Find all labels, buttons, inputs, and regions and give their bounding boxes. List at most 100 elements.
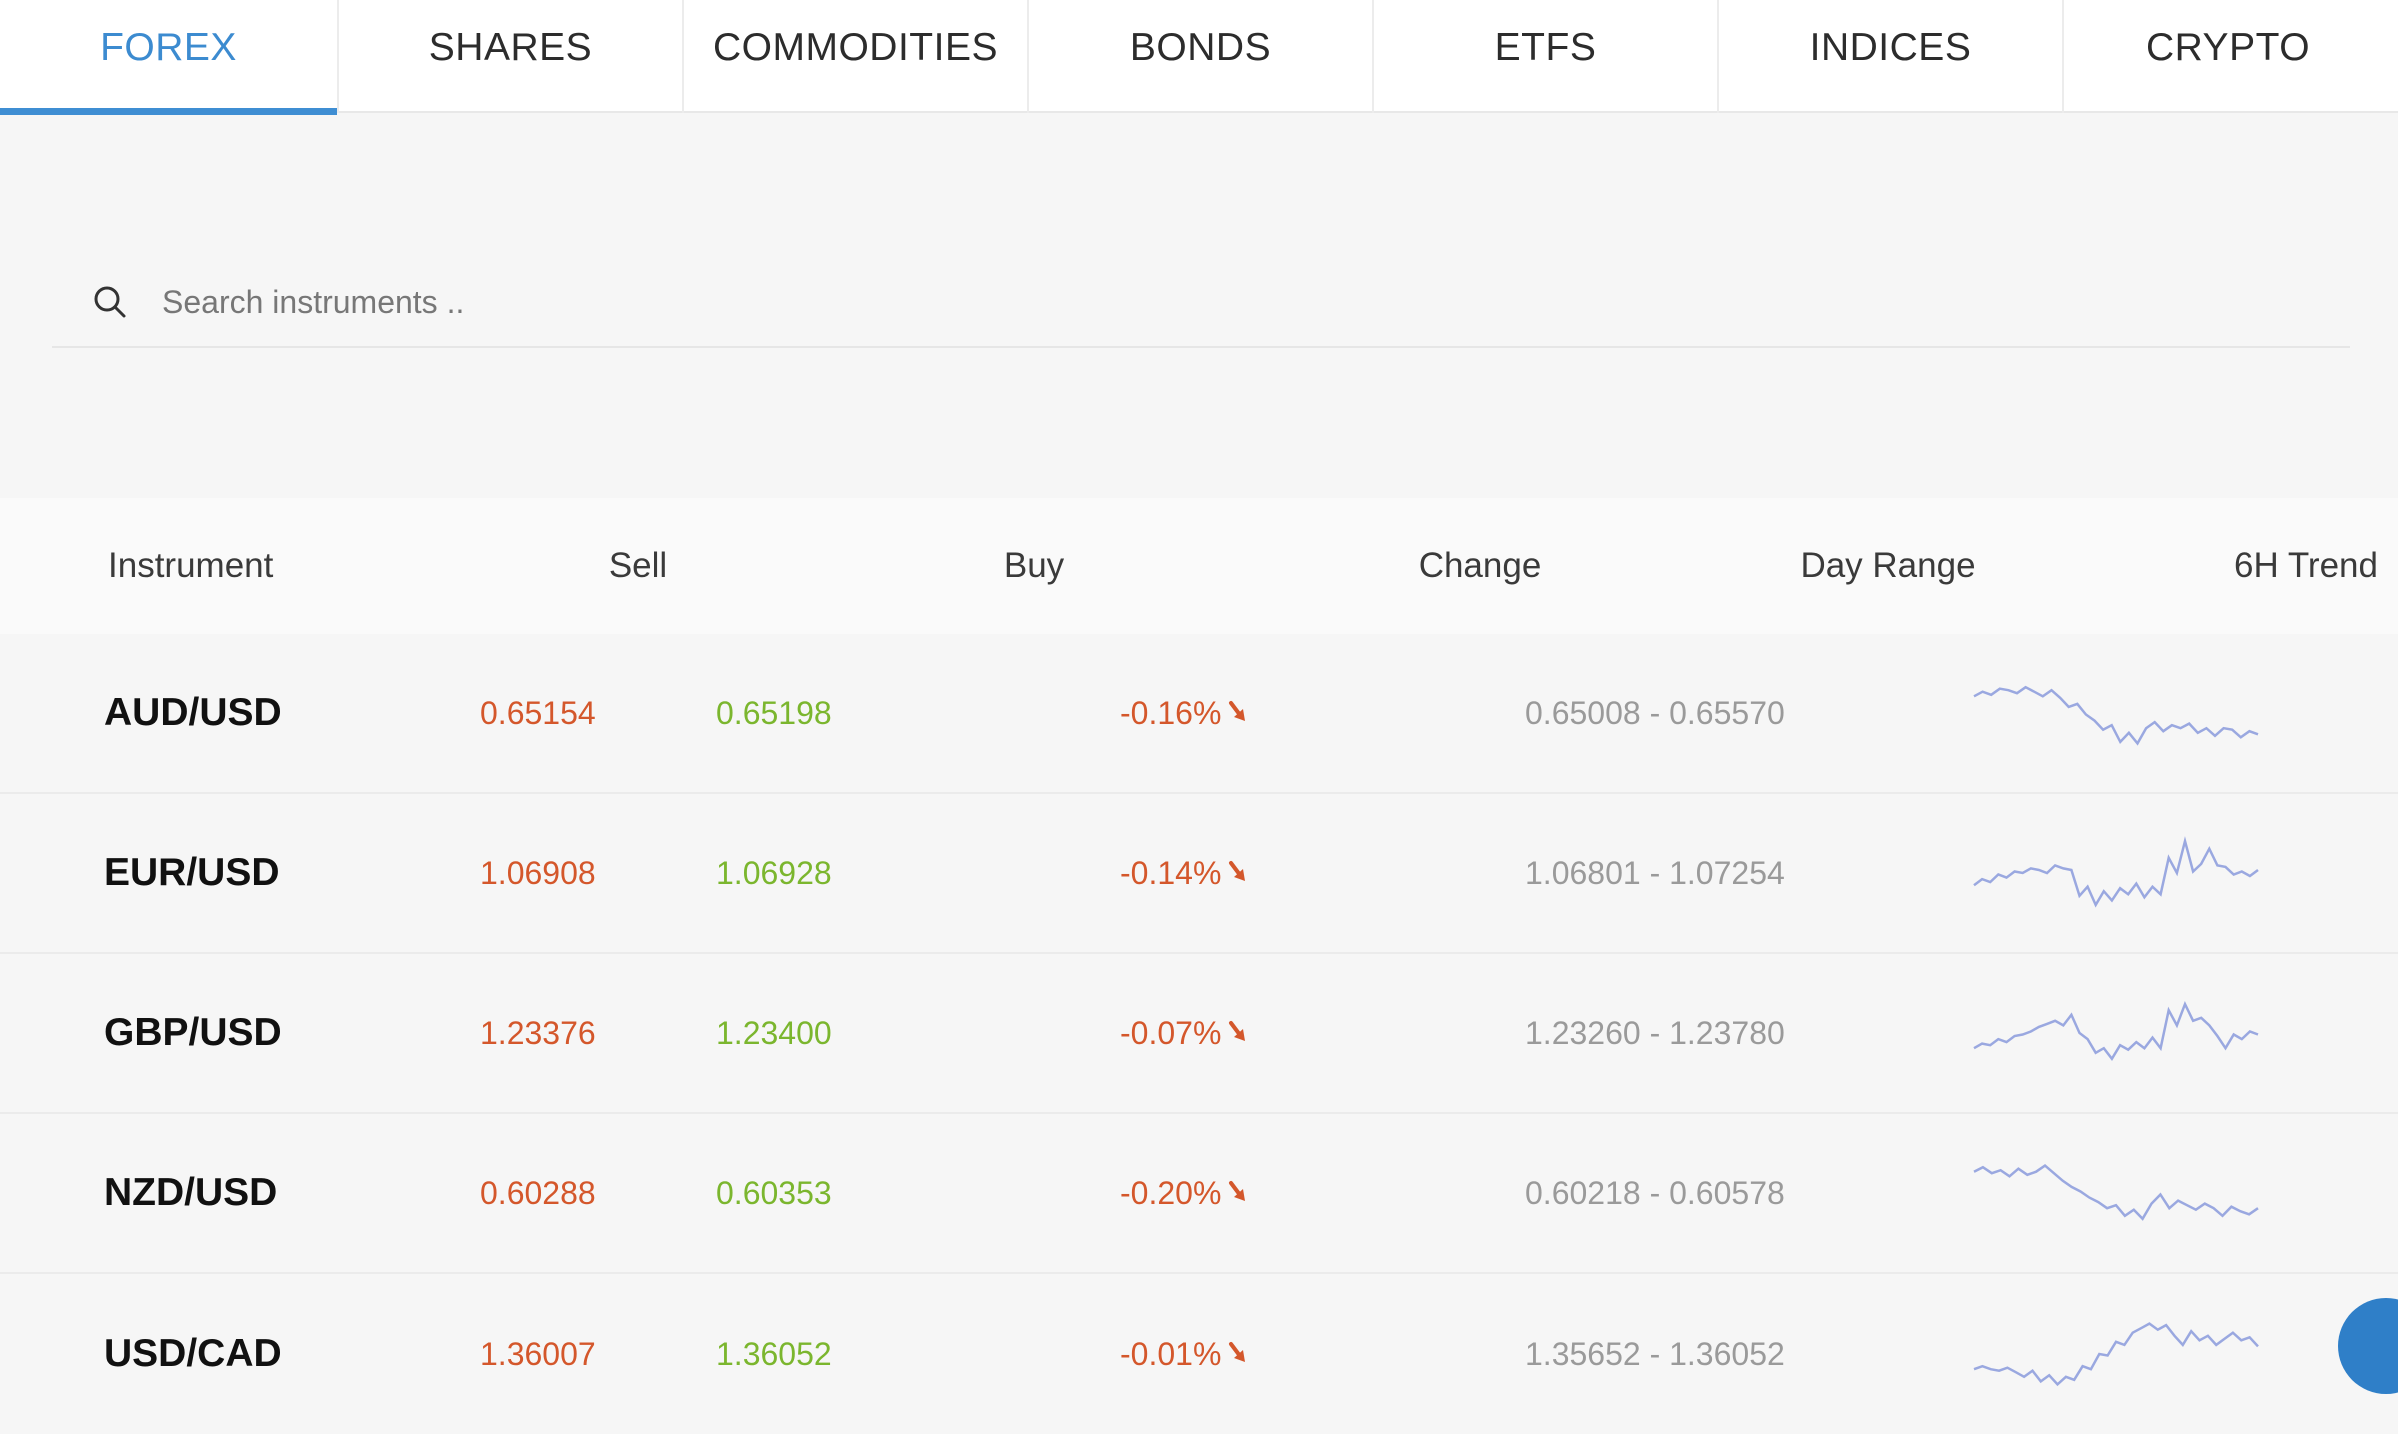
day-range: 0.65008 - 0.65570: [1525, 694, 1785, 731]
instrument-name: NZD/USD: [104, 1171, 278, 1214]
table-row[interactable]: USD/CAD 1.36007 1.36052 -0.01% 1.35652 - 1.3…: [0, 1274, 2398, 1434]
buy-cell: 1.36052: [716, 1336, 1120, 1373]
trend-cell: [1925, 993, 2335, 1073]
trend-sparkline: [1973, 1164, 2259, 1221]
sell-cell: 1.36007: [480, 1336, 716, 1373]
table-row[interactable]: NZD/USD 0.60288 0.60353 -0.20% 0.60218 - 0.6…: [0, 1114, 2398, 1274]
buy-cell: 0.65198: [716, 695, 1120, 732]
table-row[interactable]: GBP/USD 1.23376 1.23400 -0.07% 1.23260 - 1.2…: [0, 954, 2398, 1114]
day-range-cell: 1.06801 - 1.07254: [1525, 855, 1925, 892]
day-range: 1.06801 - 1.07254: [1525, 854, 1785, 891]
trend-line: [1973, 1322, 2259, 1387]
day-range-cell: 0.65008 - 0.65570: [1525, 695, 1925, 732]
arrow-down-icon: [1229, 861, 1246, 881]
change-percent: -0.07%: [1120, 1014, 1222, 1051]
change-percent: -0.16%: [1120, 694, 1222, 731]
search-bar: [52, 258, 2350, 348]
instrument-name: USD/CAD: [104, 1332, 282, 1375]
change-cell: -0.07%: [1120, 1015, 1525, 1052]
header-buy: Buy: [1003, 546, 1065, 585]
sell-price: 1.36007: [480, 1335, 596, 1372]
sell-price: 1.06908: [480, 854, 596, 891]
buy-price: 1.23400: [716, 1014, 832, 1051]
change-value: -0.14%: [1120, 855, 1249, 892]
instrument-name: AUD/USD: [104, 691, 282, 734]
change-percent: -0.14%: [1120, 854, 1222, 891]
change-value: -0.01%: [1120, 1336, 1249, 1373]
header-change: Change: [1418, 546, 1542, 585]
buy-cell: 1.06928: [716, 855, 1120, 892]
table-row[interactable]: EUR/USD 1.06908 1.06928 -0.14% 1.06801 - 1.0…: [0, 794, 2398, 954]
tab-crypto[interactable]: CRYPTO: [2064, 0, 2392, 113]
header-sell: Sell: [608, 546, 668, 585]
trend-line: [1973, 1164, 2259, 1221]
sell-cell: 0.65154: [480, 695, 716, 732]
table-row[interactable]: AUD/USD 0.65154 0.65198 -0.16% 0.65008 - 0.6…: [0, 634, 2398, 794]
sell-cell: 0.60288: [480, 1175, 716, 1212]
search-icon[interactable]: [90, 282, 130, 322]
trend-cell: [1925, 833, 2335, 913]
arrow-down-icon: [1229, 1181, 1246, 1201]
buy-price: 1.36052: [716, 1335, 832, 1372]
day-range: 0.60218 - 0.60578: [1525, 1174, 1785, 1211]
instrument-cell: USD/CAD: [0, 1332, 480, 1376]
sell-cell: 1.23376: [480, 1015, 716, 1052]
trend-line: [1973, 1000, 2259, 1062]
tab-commodities[interactable]: COMMODITIES: [684, 0, 1029, 113]
instrument-name: GBP/USD: [104, 1011, 282, 1054]
change-cell: -0.14%: [1120, 855, 1525, 892]
change-value: -0.20%: [1120, 1175, 1249, 1212]
tab-bonds[interactable]: BONDS: [1029, 0, 1374, 113]
instrument-tabs: FOREX SHARES COMMODITIES BONDS ETFS INDICES CR…: [0, 0, 2398, 115]
change-value: -0.07%: [1120, 1015, 1249, 1052]
day-range: 1.35652 - 1.36052: [1525, 1335, 1785, 1372]
buy-cell: 1.23400: [716, 1015, 1120, 1052]
buy-price: 0.60353: [716, 1174, 832, 1211]
arrow-down-icon: [1229, 1342, 1246, 1362]
arrow-down-icon: [1229, 701, 1246, 721]
change-value: -0.16%: [1120, 695, 1249, 732]
buy-price: 0.65198: [716, 694, 832, 731]
day-range: 1.23260 - 1.23780: [1525, 1014, 1785, 1051]
change-percent: -0.20%: [1120, 1174, 1222, 1211]
tab-forex[interactable]: FOREX: [0, 0, 339, 115]
tab-indices[interactable]: INDICES: [1719, 0, 2064, 113]
tab-etfs[interactable]: ETFS: [1374, 0, 1719, 113]
trend-cell: [1925, 1153, 2335, 1233]
instrument-cell: NZD/USD: [0, 1171, 480, 1215]
trend-cell: [1925, 673, 2335, 753]
day-range-cell: 1.35652 - 1.36052: [1525, 1336, 1925, 1373]
trend-sparkline: [1973, 1000, 2259, 1062]
change-cell: -0.01%: [1120, 1336, 1525, 1373]
trend-sparkline: [1973, 1322, 2259, 1387]
arrow-down-icon: [1229, 1021, 1246, 1041]
day-range-cell: 0.60218 - 0.60578: [1525, 1175, 1925, 1212]
trend-line: [1973, 836, 2259, 908]
header-day-range: Day Range: [1800, 546, 1976, 585]
instrument-cell: GBP/USD: [0, 1011, 480, 1055]
tab-shares[interactable]: SHARES: [339, 0, 684, 113]
buy-price: 1.06928: [716, 854, 832, 891]
sell-cell: 1.06908: [480, 855, 716, 892]
search-input[interactable]: [160, 271, 1964, 333]
change-cell: -0.16%: [1120, 695, 1525, 732]
buy-cell: 0.60353: [716, 1175, 1120, 1212]
change-cell: -0.20%: [1120, 1175, 1525, 1212]
table-header: Instrument Sell Buy Change Day Range 6H …: [0, 498, 2398, 634]
change-percent: -0.01%: [1120, 1335, 1222, 1372]
instruments-table: Instrument Sell Buy Change Day Range 6H …: [0, 498, 2398, 1434]
header-trend: 6H Trend: [2234, 546, 2378, 585]
trend-sparkline: [1973, 685, 2259, 746]
sell-price: 0.60288: [480, 1174, 596, 1211]
sell-price: 0.65154: [480, 694, 596, 731]
table-body: AUD/USD 0.65154 0.65198 -0.16% 0.65008 - 0.6…: [0, 634, 2398, 1434]
sell-price: 1.23376: [480, 1014, 596, 1051]
day-range-cell: 1.23260 - 1.23780: [1525, 1015, 1925, 1052]
instrument-cell: EUR/USD: [0, 851, 480, 895]
trend-sparkline: [1973, 836, 2259, 908]
trend-line: [1973, 685, 2259, 746]
instrument-name: EUR/USD: [104, 851, 280, 894]
trend-cell: [1925, 1314, 2335, 1394]
instrument-cell: AUD/USD: [0, 691, 480, 735]
header-instrument: Instrument: [108, 546, 274, 585]
